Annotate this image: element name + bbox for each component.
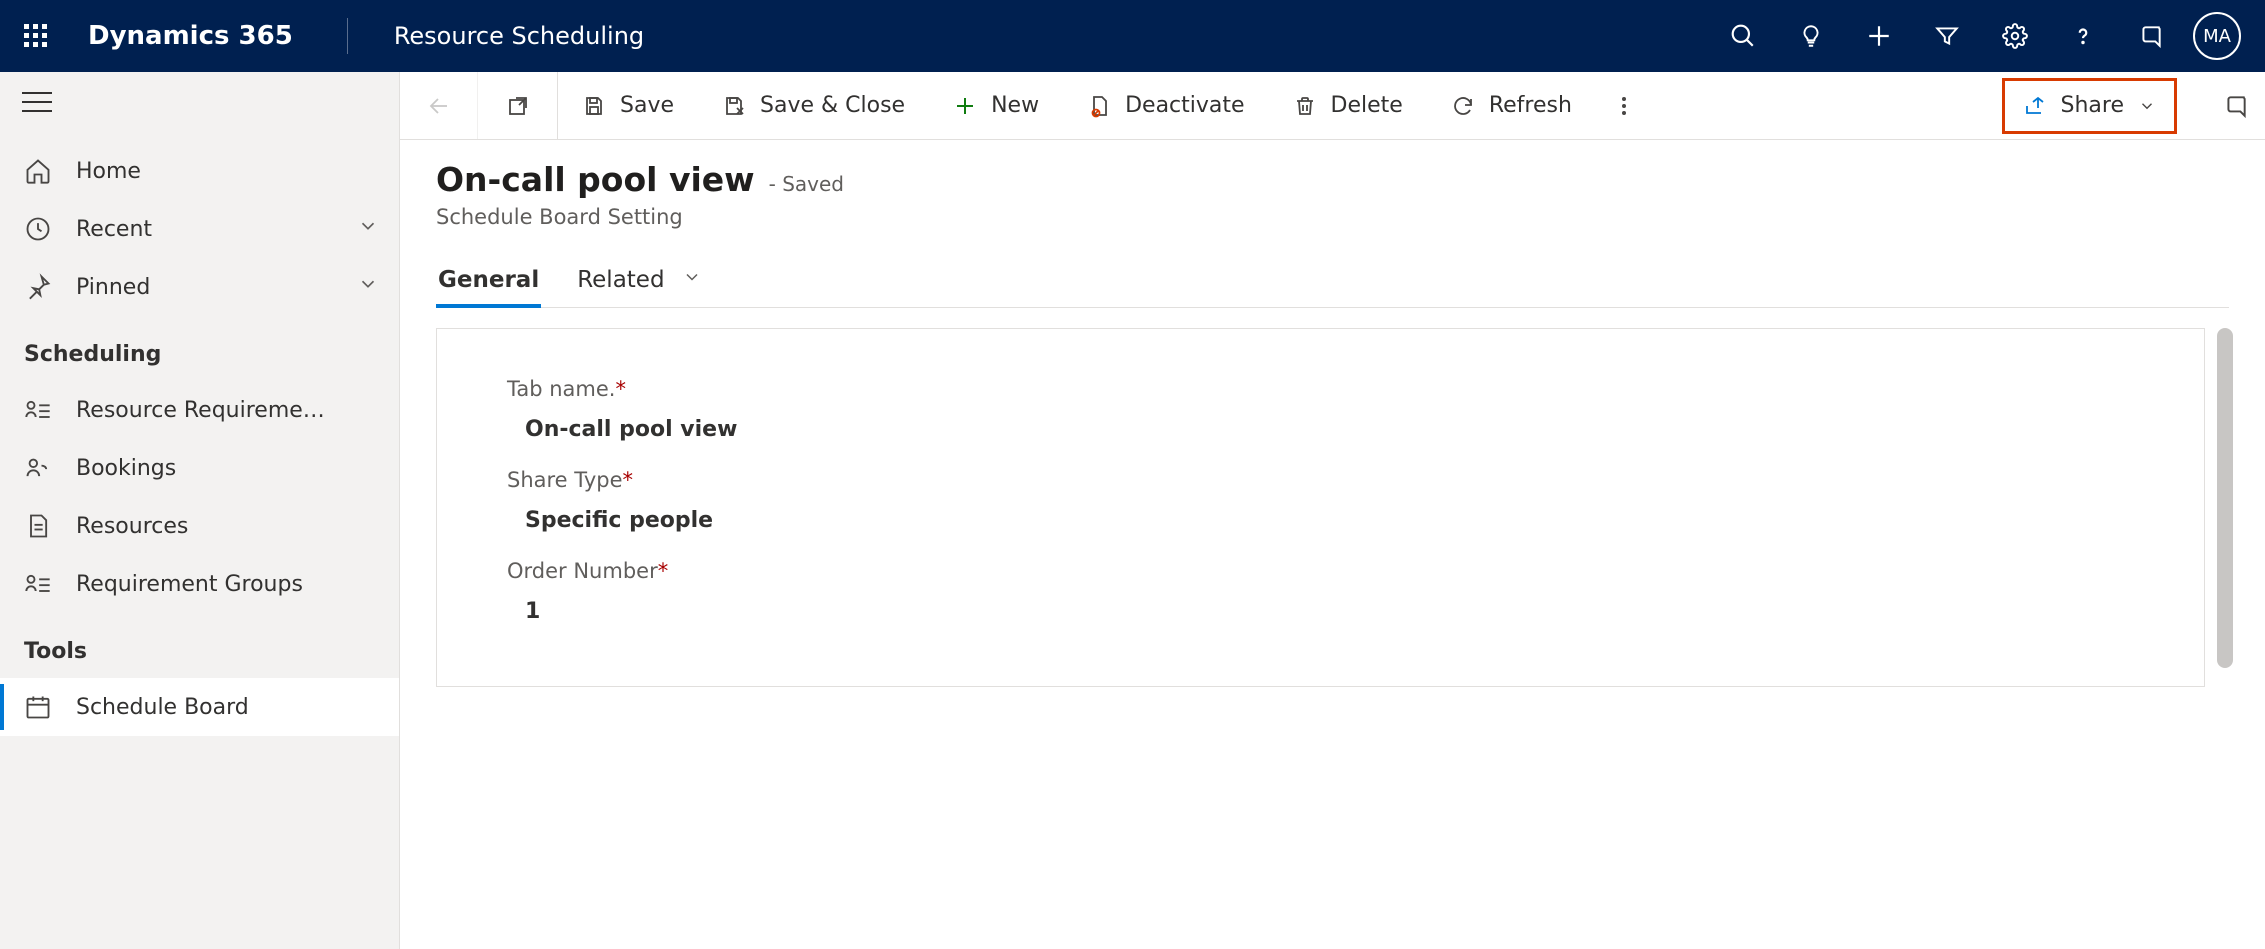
form-body: Tab name.* On-call pool view Share Type*…: [400, 308, 2265, 707]
chevron-down-icon: [2138, 97, 2156, 115]
scrollbar[interactable]: [2217, 328, 2233, 668]
global-nav: Dynamics 365 Resource Scheduling MA: [0, 0, 2265, 72]
sidebar-item-label: Resources: [76, 514, 188, 539]
sidebar-toggle[interactable]: [0, 72, 399, 132]
clock-icon: [24, 215, 52, 243]
tab-related[interactable]: Related: [575, 259, 704, 307]
command-label: Save: [620, 93, 674, 118]
command-label: Delete: [1331, 93, 1403, 118]
calendar-board-icon: [24, 693, 52, 721]
record-state: - Saved: [769, 172, 844, 196]
save-icon: [582, 94, 606, 118]
chat-icon[interactable]: [2117, 0, 2185, 72]
tab-label: General: [438, 267, 539, 293]
field-value-tabname[interactable]: On-call pool view: [525, 417, 2134, 442]
brand-name[interactable]: Dynamics 365: [88, 21, 293, 51]
sidebar-item-schedule-board[interactable]: Schedule Board: [0, 678, 399, 736]
gear-icon[interactable]: [1981, 0, 2049, 72]
app-launcher[interactable]: [12, 12, 60, 60]
form-tabs: General Related: [436, 259, 2229, 308]
share-icon: [2023, 94, 2047, 118]
add-icon[interactable]: [1845, 0, 1913, 72]
delete-button[interactable]: Delete: [1269, 72, 1427, 139]
deactivate-button[interactable]: Deactivate: [1063, 72, 1268, 139]
command-bar: Save Save & Close New Deactivate Delete …: [400, 72, 2265, 140]
lightbulb-icon[interactable]: [1777, 0, 1845, 72]
save-close-icon: [722, 94, 746, 118]
field-value-ordernumber[interactable]: 1: [525, 599, 2134, 624]
sidebar-group-scheduling: Scheduling: [0, 316, 399, 381]
command-label: Share: [2061, 93, 2125, 118]
sidebar-item-label: Pinned: [76, 275, 150, 300]
sidebar-item-label: Resource Requireme…: [76, 398, 325, 423]
filter-icon[interactable]: [1913, 0, 1981, 72]
avatar[interactable]: MA: [2193, 12, 2241, 60]
new-button[interactable]: New: [929, 72, 1063, 139]
sidebar-item-label: Recent: [76, 217, 152, 242]
sidebar-item-bookings[interactable]: Bookings: [0, 439, 399, 497]
main-area: Save Save & Close New Deactivate Delete …: [400, 72, 2265, 949]
assistant-button[interactable]: [2207, 72, 2265, 139]
avatar-initials: MA: [2203, 26, 2231, 47]
waffle-icon: [24, 24, 48, 48]
tab-label: Related: [577, 267, 664, 293]
sidebar-item-home[interactable]: Home: [0, 142, 399, 200]
trash-icon: [1293, 94, 1317, 118]
entity-name: Schedule Board Setting: [436, 205, 2229, 229]
back-button[interactable]: [400, 72, 478, 139]
home-icon: [24, 157, 52, 185]
search-icon[interactable]: [1709, 0, 1777, 72]
sidebar-item-label: Bookings: [76, 456, 176, 481]
more-commands[interactable]: [1596, 72, 1652, 139]
sidebar-item-label: Requirement Groups: [76, 572, 303, 597]
resources-icon: [24, 512, 52, 540]
sidebar-item-label: Schedule Board: [76, 695, 249, 720]
command-label: Refresh: [1489, 93, 1572, 118]
open-in-new-window[interactable]: [478, 72, 558, 139]
sidebar-item-pinned[interactable]: Pinned: [0, 258, 399, 316]
app-area[interactable]: Resource Scheduling: [394, 22, 644, 50]
user-link-icon: [24, 454, 52, 482]
field-label-sharetype: Share Type*: [507, 468, 2134, 492]
user-list-icon: [24, 570, 52, 598]
record-title: On-call pool view: [436, 160, 755, 199]
command-label: Save & Close: [760, 93, 905, 118]
command-label: New: [991, 93, 1039, 118]
pin-icon: [24, 273, 52, 301]
chevron-down-icon: [357, 215, 379, 243]
chevron-down-icon: [357, 273, 379, 301]
share-button[interactable]: Share: [2002, 78, 2178, 134]
help-icon[interactable]: [2049, 0, 2117, 72]
sidebar-item-resource-requirements[interactable]: Resource Requireme…: [0, 381, 399, 439]
sidebar-item-label: Home: [76, 159, 141, 184]
sidebar-item-recent[interactable]: Recent: [0, 200, 399, 258]
chevron-down-icon: [682, 267, 702, 293]
sidebar-item-requirement-groups[interactable]: Requirement Groups: [0, 555, 399, 613]
user-list-icon: [24, 396, 52, 424]
save-close-button[interactable]: Save & Close: [698, 72, 929, 139]
field-value-sharetype[interactable]: Specific people: [525, 508, 2134, 533]
sidebar-item-resources[interactable]: Resources: [0, 497, 399, 555]
form-section: Tab name.* On-call pool view Share Type*…: [436, 328, 2205, 687]
refresh-button[interactable]: Refresh: [1427, 72, 1596, 139]
deactivate-icon: [1087, 94, 1111, 118]
refresh-icon: [1451, 94, 1475, 118]
form-header: On-call pool view - Saved Schedule Board…: [400, 140, 2265, 308]
command-label: Deactivate: [1125, 93, 1244, 118]
tab-general[interactable]: General: [436, 259, 541, 307]
menu-icon: [22, 92, 52, 112]
field-label-ordernumber: Order Number*: [507, 559, 2134, 583]
save-button[interactable]: Save: [558, 72, 698, 139]
sidebar: Home Recent Pinned Schedul: [0, 72, 400, 949]
plus-icon: [953, 94, 977, 118]
separator: [347, 18, 348, 54]
field-label-tabname: Tab name.*: [507, 377, 2134, 401]
sidebar-group-tools: Tools: [0, 613, 399, 678]
